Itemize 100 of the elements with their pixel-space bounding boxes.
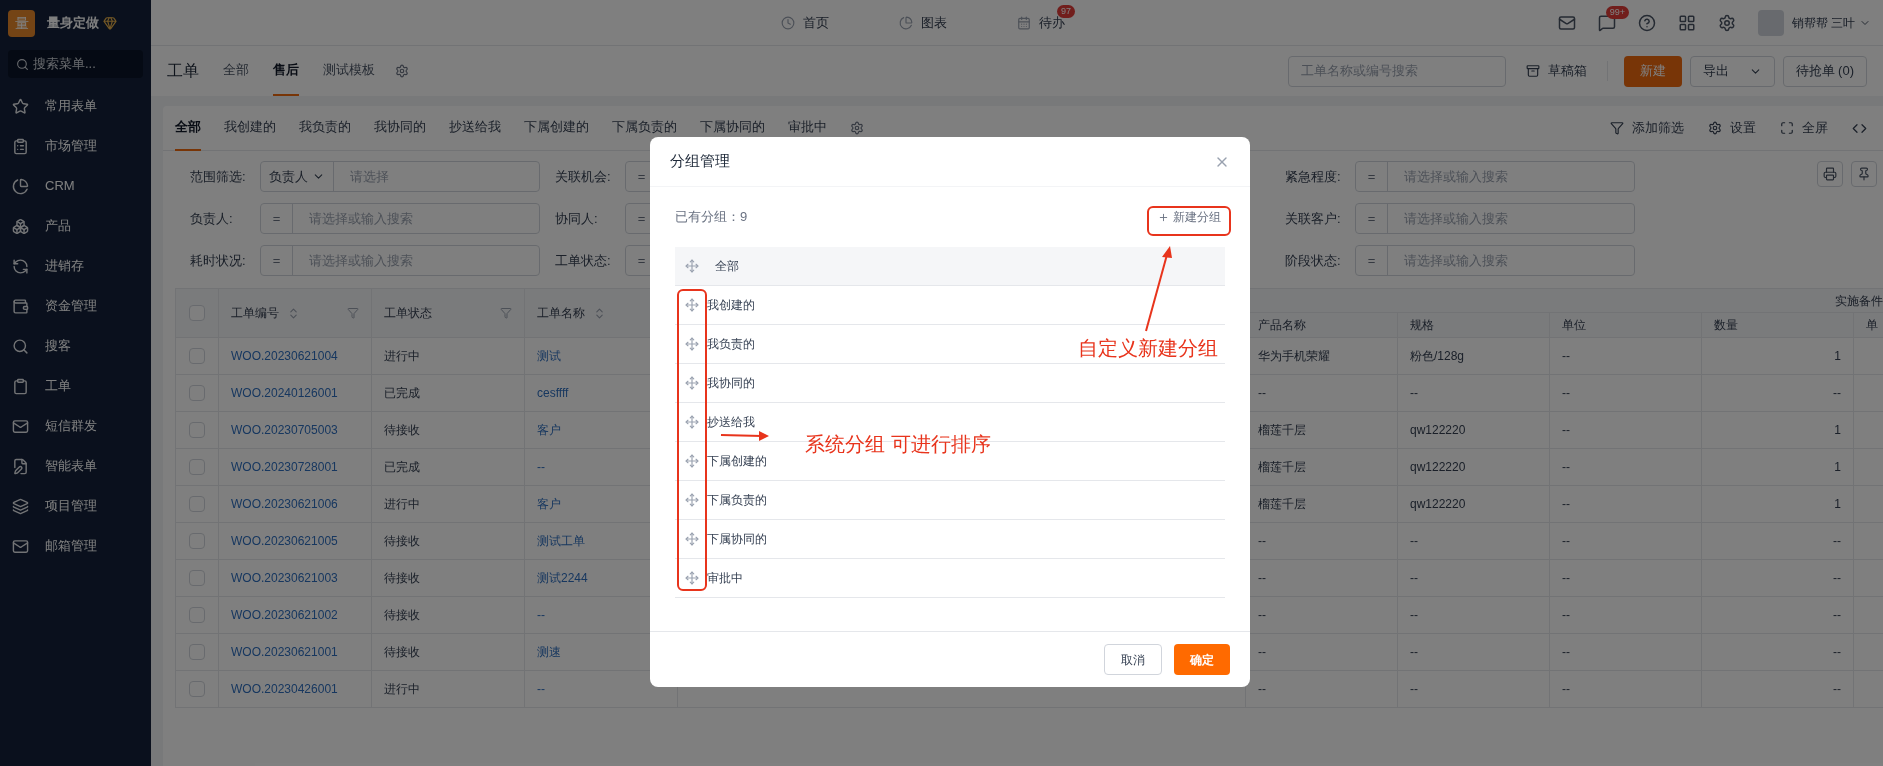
table-cell[interactable]: 测试: [537, 347, 561, 365]
table-cell-text: --: [1410, 607, 1418, 624]
filter-icon[interactable]: [500, 307, 512, 319]
table-cell[interactable]: --: [537, 680, 545, 698]
column-header[interactable]: 单位: [1550, 313, 1702, 337]
drag-handle-icon[interactable]: [685, 376, 699, 390]
clipboard-icon: [12, 137, 29, 155]
group-tab[interactable]: 全部: [175, 106, 201, 151]
table-cell-text: 榴莲千层: [1258, 459, 1306, 476]
settings-icon[interactable]: [395, 64, 409, 78]
group-tab[interactable]: 抄送给我: [449, 106, 501, 151]
drag-handle-icon[interactable]: [685, 454, 699, 468]
cancel-button[interactable]: 取消: [1104, 644, 1162, 675]
sidebar-item[interactable]: 邮箱管理: [0, 526, 151, 566]
group-tab[interactable]: 下属协同的: [700, 106, 765, 151]
menu-search-field[interactable]: 搜索菜单...: [8, 50, 143, 78]
sidebar-item[interactable]: 智能表单: [0, 446, 151, 486]
template-tab[interactable]: 全部: [223, 46, 249, 96]
group-tab[interactable]: 我协同的: [374, 106, 426, 151]
column-header[interactable]: 工单状态: [372, 289, 525, 337]
template-tab[interactable]: 测试模板: [323, 46, 375, 96]
column-header[interactable]: 工单编号: [219, 289, 372, 337]
table-cell[interactable]: WOO.20230705003: [231, 421, 338, 439]
group-tab[interactable]: 审批中: [788, 106, 827, 151]
toolbar-button[interactable]: 设置: [1708, 118, 1756, 138]
create-button[interactable]: 新建: [1623, 55, 1682, 87]
toolbar-button[interactable]: 全屏: [1780, 118, 1828, 138]
print-icon[interactable]: [1817, 161, 1843, 187]
filter-icon[interactable]: [347, 307, 359, 319]
table-cell-text: --: [1258, 607, 1266, 624]
help-icon[interactable]: [1637, 13, 1656, 32]
sidebar-item[interactable]: 常用表单: [0, 86, 151, 126]
drag-handle-icon[interactable]: [685, 337, 699, 351]
table-cell[interactable]: WOO.20240126001: [231, 384, 338, 402]
sort-icon[interactable]: [593, 306, 606, 320]
toolbar-button[interactable]: 添加筛选: [1610, 118, 1684, 138]
table-cell-text: --: [1258, 570, 1266, 587]
user-name[interactable]: 销帮帮 三叶: [1791, 13, 1855, 32]
table-cell[interactable]: 测试工单: [537, 532, 585, 550]
table-cell-text: 1: [1834, 348, 1841, 365]
sidebar-item[interactable]: CRM: [0, 166, 151, 206]
drag-handle-icon[interactable]: [685, 532, 699, 546]
table-cell[interactable]: 测试2244: [537, 569, 588, 587]
column-header[interactable]: 规格: [1398, 313, 1550, 337]
sidebar-item[interactable]: 短信群发: [0, 406, 151, 446]
group-row[interactable]: 全部: [675, 247, 1225, 286]
sidebar-item[interactable]: 市场管理: [0, 126, 151, 166]
group-tab[interactable]: 下属负责的: [612, 106, 677, 151]
message-icon[interactable]: [1597, 13, 1616, 32]
table-cell[interactable]: WOO.20230621004: [231, 347, 338, 365]
table-cell-text: 待接收: [384, 607, 420, 624]
drag-handle-icon[interactable]: [685, 415, 699, 429]
table-cell-text: --: [1562, 385, 1570, 402]
table-cell-text: --: [1562, 459, 1570, 476]
nav-item[interactable]: 首页: [781, 12, 829, 33]
grab-orders-button[interactable]: 待抢单 (0): [1782, 55, 1867, 87]
drag-handle-icon[interactable]: [685, 571, 699, 585]
sidebar-item[interactable]: 项目管理: [0, 486, 151, 526]
group-count: 已有分组：9: [675, 208, 748, 227]
group-tab[interactable]: 我创建的: [224, 106, 276, 151]
sidebar-item[interactable]: 进销存: [0, 246, 151, 286]
table-cell[interactable]: 客户: [537, 495, 561, 513]
filter-label: 工单状态:: [555, 251, 612, 270]
table-cell[interactable]: 客户: [537, 421, 561, 439]
confirm-button[interactable]: 确定: [1174, 644, 1230, 675]
sidebar-item[interactable]: 搜客: [0, 326, 151, 366]
sort-icon[interactable]: [287, 306, 300, 320]
table-cell[interactable]: cesffff: [537, 384, 569, 402]
drag-handle-icon[interactable]: [685, 493, 699, 507]
column-header[interactable]: 单: [1854, 313, 1883, 337]
pin-icon[interactable]: [1851, 161, 1877, 187]
table-cell[interactable]: WOO.20230621003: [231, 569, 338, 587]
table-cell-text: qw122220: [1410, 459, 1466, 476]
table-cell[interactable]: WOO.20230621006: [231, 495, 338, 513]
settings-icon[interactable]: [1717, 13, 1736, 32]
table-cell[interactable]: WOO.20230621001: [231, 643, 338, 661]
template-tab[interactable]: 售后: [273, 46, 299, 96]
settings-icon[interactable]: [850, 121, 864, 135]
column-header[interactable]: 数量: [1702, 313, 1854, 337]
drag-handle-icon[interactable]: [685, 298, 699, 312]
mail-icon[interactable]: [1557, 13, 1576, 32]
table-cell[interactable]: 测速: [537, 643, 561, 661]
table-cell[interactable]: --: [537, 458, 545, 476]
table-cell-text: --: [1833, 570, 1841, 587]
table-cell[interactable]: --: [537, 606, 545, 624]
export-button[interactable]: 导出: [1689, 55, 1775, 87]
table-cell[interactable]: WOO.20230728001: [231, 458, 338, 476]
grid-icon[interactable]: [1677, 13, 1696, 32]
nav-item[interactable]: 图表: [899, 12, 947, 33]
table-cell[interactable]: WOO.20230426001: [231, 680, 338, 698]
drafts-button[interactable]: 草稿箱: [1505, 61, 1608, 81]
group-tab[interactable]: 我负责的: [299, 106, 351, 151]
table-cell-text: --: [1562, 607, 1570, 624]
sidebar-item[interactable]: 产品: [0, 206, 151, 246]
sidebar-item[interactable]: 资金管理: [0, 286, 151, 326]
table-cell[interactable]: WOO.20230621005: [231, 532, 338, 550]
sidebar-item[interactable]: 工单: [0, 366, 151, 406]
group-tab[interactable]: 下属创建的: [524, 106, 589, 151]
drag-handle-icon[interactable]: [685, 259, 699, 273]
table-cell[interactable]: WOO.20230621002: [231, 606, 338, 624]
